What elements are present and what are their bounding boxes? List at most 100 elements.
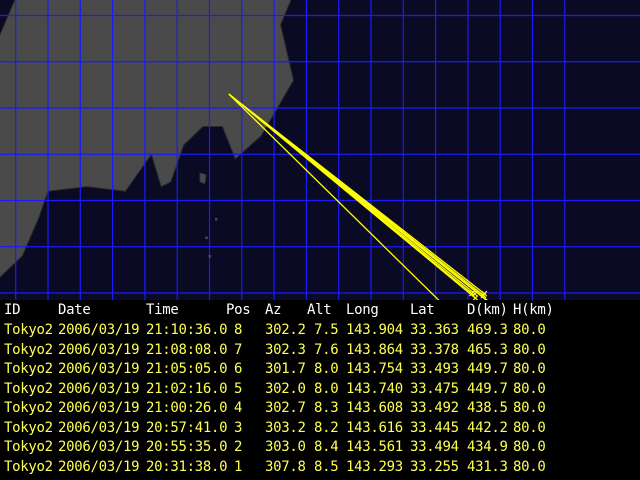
col-header-date: Date [58,302,91,318]
cell-id: Tokyo2 [4,341,53,358]
izu-island-dot [214,218,218,221]
cell-time: 21:00:26.0 [146,400,228,416]
col-header-distance: D(km) [467,302,508,318]
cell-height: 80.0 [513,341,546,358]
map-canvas [0,0,640,300]
cell-az: 302.0 [265,380,306,397]
cell-height: 80.0 [513,400,546,416]
col-header-alt: Alt [307,302,332,318]
cell-pos: 4 [234,400,243,416]
cell-long: 143.864 [346,341,403,358]
observation-table: ID Date Time Pos Az Alt Long Lat D(km) H… [0,300,640,480]
cell-long: 143.293 [346,458,403,475]
cell-id: Tokyo2 [4,439,53,455]
cell-az: 307.8 [265,458,306,475]
cell-lat: 33.378 [410,341,459,358]
izu-island-dot [208,255,211,258]
cell-time: 21:05:05.0 [146,361,228,377]
cell-pos: 2 [234,439,243,455]
cell-lat: 33.493 [410,361,459,377]
cell-date: 2006/03/19 [58,400,140,416]
cell-alt: 7.6 [314,341,339,358]
cell-alt: 8.3 [314,400,339,416]
cell-alt: 7.5 [314,322,339,338]
cell-lat: 33.492 [410,400,459,416]
cell-distance: 438.5 [467,400,508,416]
cell-pos: 1 [234,458,243,475]
col-header-az: Az [265,302,282,318]
cell-distance: 434.9 [467,439,508,455]
island-markers [205,218,218,258]
cell-date: 2006/03/19 [58,322,140,338]
cell-long: 143.754 [346,361,403,377]
table-row: Tokyo2 2006/03/19 21:08:08.0 7 302.3 7.6 143.8… [0,340,640,360]
cell-time: 20:55:35.0 [146,439,228,455]
table-row: Tokyo2 2006/03/19 21:00:26.0 4 302.7 8.3 143.6… [0,398,640,418]
cell-time: 20:31:38.0 [146,458,228,475]
cell-date: 2006/03/19 [58,458,140,475]
table-row: Tokyo2 2006/03/19 21:05:05.0 6 301.7 8.0 143.7… [0,359,640,379]
cell-id: Tokyo2 [4,458,53,475]
cell-lat: 33.255 [410,458,459,475]
cell-pos: 3 [234,419,243,436]
cell-height: 80.0 [513,458,546,475]
cell-lat: 33.445 [410,419,459,436]
cell-time: 21:02:16.0 [146,380,228,397]
cell-alt: 8.5 [314,458,339,475]
cell-lat: 33.363 [410,322,459,338]
cell-distance: 449.7 [467,380,508,397]
cell-alt: 8.2 [314,419,339,436]
cell-date: 2006/03/19 [58,439,140,455]
col-header-long: Long [346,302,379,318]
cell-long: 143.608 [346,400,403,416]
cell-pos: 7 [234,341,243,358]
cell-long: 143.561 [346,439,403,455]
cell-distance: 431.3 [467,458,508,475]
cell-date: 2006/03/19 [58,419,140,436]
col-header-height: H(km) [513,302,554,318]
cell-distance: 465.3 [467,341,508,358]
cell-date: 2006/03/19 [58,341,140,358]
cell-time: 21:08:08.0 [146,341,228,358]
cell-id: Tokyo2 [4,419,53,436]
cell-time: 21:10:36.0 [146,322,228,338]
table-row: Tokyo2 2006/03/19 21:02:16.0 5 302.0 8.0 143.7… [0,379,640,399]
cell-az: 301.7 [265,361,306,377]
cell-height: 80.0 [513,439,546,455]
col-header-time: Time [146,302,179,318]
cell-az: 303.0 [265,439,306,455]
cell-distance: 449.7 [467,361,508,377]
cell-height: 80.0 [513,322,546,338]
izu-island-dot [205,236,208,239]
izu-islands-north [199,172,207,185]
table-row: Tokyo2 2006/03/19 20:57:41.0 3 303.2 8.2 143.6… [0,418,640,438]
cell-id: Tokyo2 [4,400,53,416]
cell-date: 2006/03/19 [58,380,140,397]
cell-az: 302.7 [265,400,306,416]
cell-height: 80.0 [513,419,546,436]
cell-alt: 8.4 [314,439,339,455]
table-header: ID Date Time Pos Az Alt Long Lat D(km) H… [0,300,640,320]
cell-distance: 469.3 [467,322,508,338]
cell-az: 302.2 [265,322,306,338]
table-row: Tokyo2 2006/03/19 20:31:38.0 1 307.8 8.5 143.2… [0,457,640,477]
cell-az: 302.3 [265,341,306,358]
cell-date: 2006/03/19 [58,361,140,377]
col-header-id: ID [4,302,21,318]
cell-alt: 8.0 [314,361,339,377]
cell-distance: 442.2 [467,419,508,436]
table-row: Tokyo2 2006/03/19 20:55:35.0 2 303.0 8.4 143.5… [0,437,640,457]
cell-pos: 8 [234,322,243,338]
cell-lat: 33.494 [410,439,459,455]
cell-lat: 33.475 [410,380,459,397]
cell-height: 80.0 [513,380,546,397]
meteor-tracks [228,93,488,300]
cell-long: 143.616 [346,419,403,436]
col-header-pos: Pos [226,302,251,318]
cell-id: Tokyo2 [4,380,53,397]
map-panel [0,0,640,300]
cell-id: Tokyo2 [4,361,53,377]
cell-height: 80.0 [513,361,546,377]
cell-id: Tokyo2 [4,322,53,338]
cell-time: 20:57:41.0 [146,419,228,436]
